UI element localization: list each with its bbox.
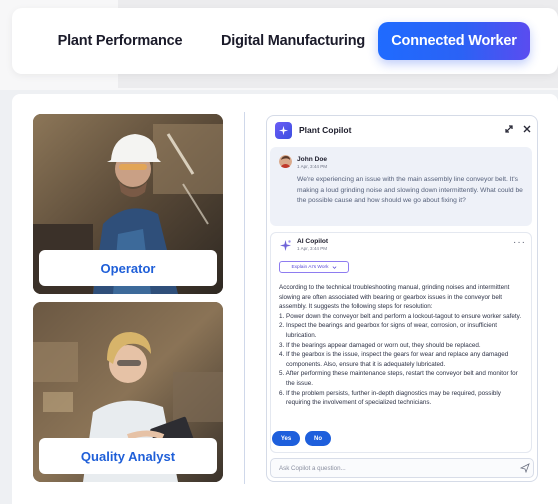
user-name: John Doe: [297, 156, 328, 163]
chevron-down-icon: [332, 265, 336, 269]
ai-message-time: 1 Apr, 3:44 PM: [297, 246, 328, 251]
expand-icon[interactable]: [503, 123, 515, 135]
tab-plant-performance[interactable]: Plant Performance: [50, 22, 190, 60]
persona-label-quality-analyst: Quality Analyst: [39, 438, 217, 474]
copilot-title: Plant Copilot: [299, 125, 352, 135]
copilot-question-input[interactable]: [279, 463, 499, 474]
ai-step: 3. If the bearings appear damaged or wor…: [279, 341, 481, 349]
persona-card-quality-analyst[interactable]: Quality Analyst: [33, 302, 223, 482]
solution-tab-bar: Plant Performance Digital Manufacturing …: [12, 8, 558, 74]
yes-button[interactable]: Yes: [272, 431, 300, 446]
ai-response-steps: 1. Power down the conveyor belt and perf…: [279, 312, 527, 408]
tab-digital-manufacturing[interactable]: Digital Manufacturing: [210, 22, 376, 60]
copilot-sparkle-icon: [275, 122, 292, 139]
tab-connected-worker[interactable]: Connected Worker: [378, 22, 530, 60]
ai-response-intro: According to the technical troubleshooti…: [279, 284, 510, 311]
persona-label-operator: Operator: [39, 250, 217, 286]
user-message-text: We're experiencing an issue with the mai…: [297, 176, 523, 204]
send-icon[interactable]: [520, 463, 530, 473]
explain-ai-work-label: Explain AI's Work: [291, 264, 329, 270]
persona-card-operator[interactable]: Operator: [33, 114, 223, 294]
ai-sparkle-icon: [280, 240, 291, 251]
ai-step: 6. If the problem persists, further in-d…: [279, 389, 501, 407]
ai-step: 2. Inspect the bearings and gearbox for …: [279, 322, 497, 339]
avatar: [279, 155, 292, 168]
ai-step: 5. After performing these maintenance st…: [279, 370, 518, 387]
ai-name: AI Copilot: [297, 238, 329, 245]
user-message-time: 1 Apr, 3:44 PM: [297, 164, 328, 169]
ai-response-text: According to the technical troubleshooti…: [279, 283, 527, 408]
close-icon[interactable]: [521, 123, 533, 135]
ai-step: 4. If the gearbox is the issue, inspect …: [279, 351, 509, 368]
copilot-question-field[interactable]: [270, 458, 534, 478]
no-button[interactable]: No: [305, 431, 331, 446]
explain-ai-work-button[interactable]: Explain AI's Work: [279, 261, 349, 273]
vertical-divider: [244, 112, 245, 484]
ai-step: 1. Power down the conveyor belt and perf…: [279, 312, 522, 320]
more-options-icon[interactable]: ···: [513, 237, 526, 248]
